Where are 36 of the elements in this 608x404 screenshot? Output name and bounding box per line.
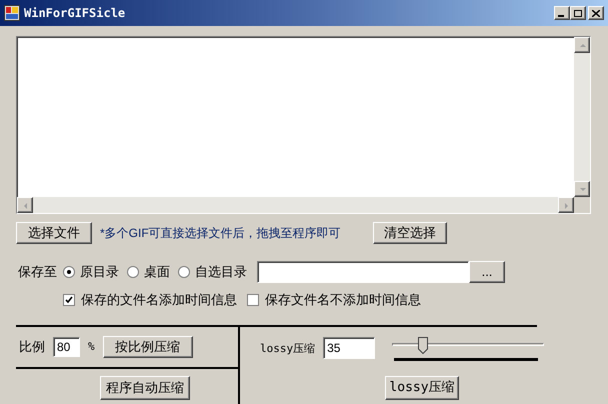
browse-button[interactable]: ...	[469, 261, 505, 283]
scrollbar-corner	[574, 197, 590, 213]
slider-thumb[interactable]	[418, 336, 428, 354]
auto-compress-button[interactable]: 程序自动压缩	[100, 376, 190, 400]
lossy-label: lossy压缩	[260, 340, 316, 357]
check-icon	[65, 296, 73, 304]
ratio-compress-button[interactable]: 按比例压缩	[102, 336, 193, 358]
checkbox-option[interactable]: 保存文件名不添加时间信息	[247, 290, 421, 310]
window-title: WinForGIFSicle	[24, 5, 126, 22]
lossy-slider[interactable]	[392, 336, 544, 354]
ratio-label: 比例	[19, 338, 45, 356]
scroll-down-button[interactable]	[574, 181, 590, 197]
checkbox-option[interactable]: 保存的文件名添加时间信息	[63, 290, 237, 310]
radio-option[interactable]: 桌面	[127, 262, 170, 282]
close-icon	[592, 10, 600, 16]
ratio-field[interactable]: 80	[53, 337, 80, 357]
drag-hint: *多个GIF可直接选择文件后，拖拽至程序即可	[100, 225, 341, 242]
percent-label: %	[88, 338, 95, 355]
save-to-label: 保存至	[18, 263, 57, 282]
scroll-right-button[interactable]	[558, 197, 574, 213]
lossy-compress-button[interactable]: lossy压缩	[385, 376, 459, 400]
scroll-left-button[interactable]	[17, 197, 33, 213]
maximize-button[interactable]	[570, 6, 586, 20]
lossy-field[interactable]: 35	[323, 337, 376, 359]
clear-selection-button[interactable]: 清空选择	[373, 222, 447, 244]
vertical-scrollbar[interactable]	[574, 37, 590, 197]
directory-field[interactable]	[257, 261, 469, 283]
select-file-button[interactable]: 选择文件	[16, 222, 92, 244]
radio-option[interactable]: 原目录	[63, 262, 119, 282]
horizontal-scrollbar[interactable]	[17, 197, 574, 213]
minimize-button[interactable]	[554, 6, 570, 20]
close-button[interactable]	[588, 6, 604, 20]
maximize-icon	[574, 10, 582, 16]
radio-option[interactable]: 自选目录	[178, 262, 247, 282]
scroll-up-button[interactable]	[574, 37, 590, 53]
app-icon	[4, 5, 20, 21]
